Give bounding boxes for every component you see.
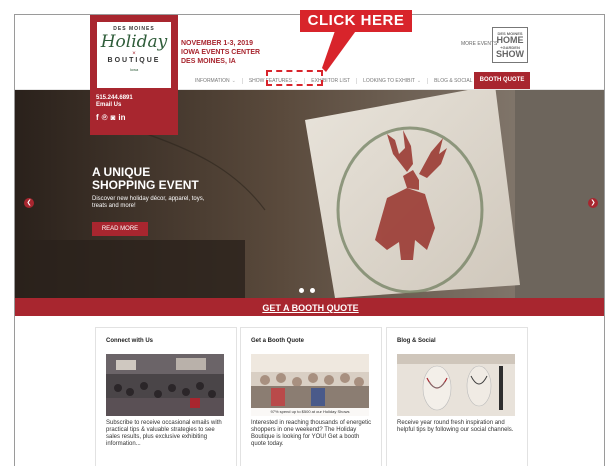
- event-info: NOVEMBER 1-3, 2019 IOWA EVENTS CENTER DE…: [181, 39, 260, 66]
- shoppers-photo: [251, 354, 369, 416]
- instagram-icon[interactable]: ◙: [111, 113, 116, 122]
- nav-item-label: INFORMATION: [195, 78, 230, 84]
- linkedin-icon[interactable]: in: [118, 113, 125, 122]
- logo-badge: DES MOINES Holiday × BOUTIQUE Iowa: [96, 21, 172, 89]
- nav-item-information[interactable]: INFORMATION ⌄: [189, 78, 243, 84]
- card-image[interactable]: [397, 354, 515, 416]
- callout-arrow-icon: [322, 28, 358, 72]
- slider-dot[interactable]: [299, 288, 304, 293]
- holiday-boutique-logo[interactable]: DES MOINES Holiday × BOUTIQUE Iowa 515.2…: [90, 15, 178, 135]
- logo-script-text: Holiday: [100, 32, 168, 52]
- jewelry-display-photo: [397, 354, 515, 416]
- event-venue: IOWA EVENTS CENTER: [181, 49, 261, 56]
- card-title: Blog & Social: [397, 338, 436, 344]
- booth-quote-button[interactable]: BOOTH QUOTE: [474, 72, 530, 89]
- social-links: f ℗ ◙ in: [96, 113, 126, 122]
- card-text: Receive year round fresh inspiration and…: [397, 420, 514, 433]
- contact-block: 515.244.6891 Email Us: [96, 95, 133, 109]
- card-title: Connect with Us: [106, 338, 154, 344]
- card-blog-social: Blog & Social Receive year round fresh i…: [386, 327, 528, 466]
- image-caption: 97% spend up to $500 at our Holiday Show…: [251, 408, 369, 416]
- read-more-button[interactable]: READ MORE: [92, 222, 148, 236]
- slider-dot[interactable]: [310, 288, 315, 293]
- card-title: Get a Booth Quote: [251, 338, 304, 344]
- expo-hall-photo: [106, 354, 224, 416]
- hero-subtitle: Discover new holiday décor, apparel, toy…: [92, 196, 205, 209]
- booth-quote-band: GET A BOOTH QUOTE: [15, 298, 604, 316]
- facebook-icon[interactable]: f: [96, 113, 99, 122]
- booth-quote-link[interactable]: GET A BOOTH QUOTE: [262, 303, 358, 313]
- pinterest-icon[interactable]: ℗: [102, 113, 108, 122]
- event-city: DES MOINES, IA: [181, 58, 236, 65]
- card-booth-quote: Get a Booth Quote 97% spend up to $500 a…: [240, 327, 382, 466]
- click-here-callout: CLICK HERE: [300, 10, 412, 32]
- hgs-line2: SHOW: [496, 49, 524, 59]
- chevron-down-icon: ⌄: [416, 78, 422, 84]
- prev-slide-icon[interactable]: ❮: [24, 198, 34, 208]
- next-slide-icon[interactable]: ❯: [588, 198, 598, 208]
- nav-item-blog-social[interactable]: BLOG & SOCIAL: [428, 78, 478, 84]
- slider-dots: [299, 288, 315, 293]
- hero-title: A UNIQUE SHOPPING EVENT: [92, 166, 199, 192]
- sponsor-logo: Iowa: [129, 67, 139, 72]
- phone-number[interactable]: 515.244.6891: [96, 95, 133, 102]
- card-image[interactable]: 97% spend up to $500 at our Holiday Show…: [251, 354, 369, 416]
- chevron-down-icon: ⌄: [231, 78, 236, 84]
- hero-title-line2: SHOPPING EVENT: [92, 178, 199, 192]
- card-image[interactable]: [106, 354, 224, 416]
- nav-item-label: BLOG & SOCIAL: [434, 78, 473, 84]
- email-link[interactable]: Email Us: [96, 102, 133, 109]
- home-garden-show-logo[interactable]: DES MOINES HOME +GARDEN SHOW: [492, 27, 528, 63]
- hgs-line1: HOME: [496, 35, 524, 45]
- exhibitor-list-highlight: [266, 70, 323, 86]
- card-connect: Connect with Us Subscribe to receive occ…: [95, 327, 237, 466]
- nav-item-looking-to-exhibit[interactable]: LOOKING TO EXHIBIT ⌄: [357, 78, 429, 84]
- card-text: Subscribe to receive occasional emails w…: [106, 420, 222, 447]
- nav-item-label: LOOKING TO EXHIBIT: [363, 78, 415, 84]
- card-text: Interested in reaching thousands of ener…: [251, 420, 372, 447]
- event-dates: NOVEMBER 1-3, 2019: [181, 40, 253, 47]
- logo-bottom-text: BOUTIQUE: [107, 57, 161, 64]
